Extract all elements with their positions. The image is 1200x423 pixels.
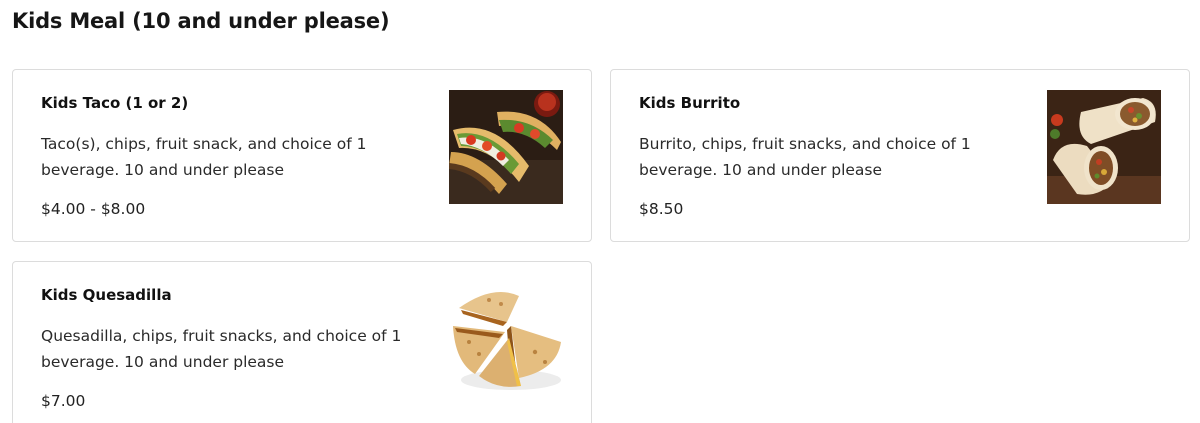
menu-item-price: $7.00 [41, 392, 86, 410]
menu-item-description: Quesadilla, chips, fruit snacks, and cho… [41, 327, 402, 371]
section-title: Kids Meal (10 and under please) [12, 9, 390, 33]
menu-item-name: Kids Burrito [639, 94, 741, 112]
menu-item-description: Burrito, chips, fruit snacks, and choice… [639, 135, 971, 179]
quesadilla-photo[interactable] [449, 282, 563, 396]
menu-item-price: $4.00 - $8.00 [41, 200, 146, 218]
menu-item-card-kids-taco[interactable]: Kids Taco (1 or 2) Taco(s), chips, fruit… [12, 69, 592, 242]
menu-item-card-kids-burrito[interactable]: Kids Burrito Burrito, chips, fruit snack… [610, 69, 1190, 242]
taco-photo[interactable] [449, 90, 563, 204]
menu-item-price: $8.50 [639, 200, 684, 218]
menu-item-description: Taco(s), chips, fruit snack, and choice … [41, 135, 367, 179]
burrito-photo[interactable] [1047, 90, 1161, 204]
menu-item-name: Kids Taco (1 or 2) [41, 94, 189, 112]
menu-item-name: Kids Quesadilla [41, 286, 172, 304]
menu-item-card-kids-quesadilla[interactable]: Kids Quesadilla Quesadilla, chips, fruit… [12, 261, 592, 423]
